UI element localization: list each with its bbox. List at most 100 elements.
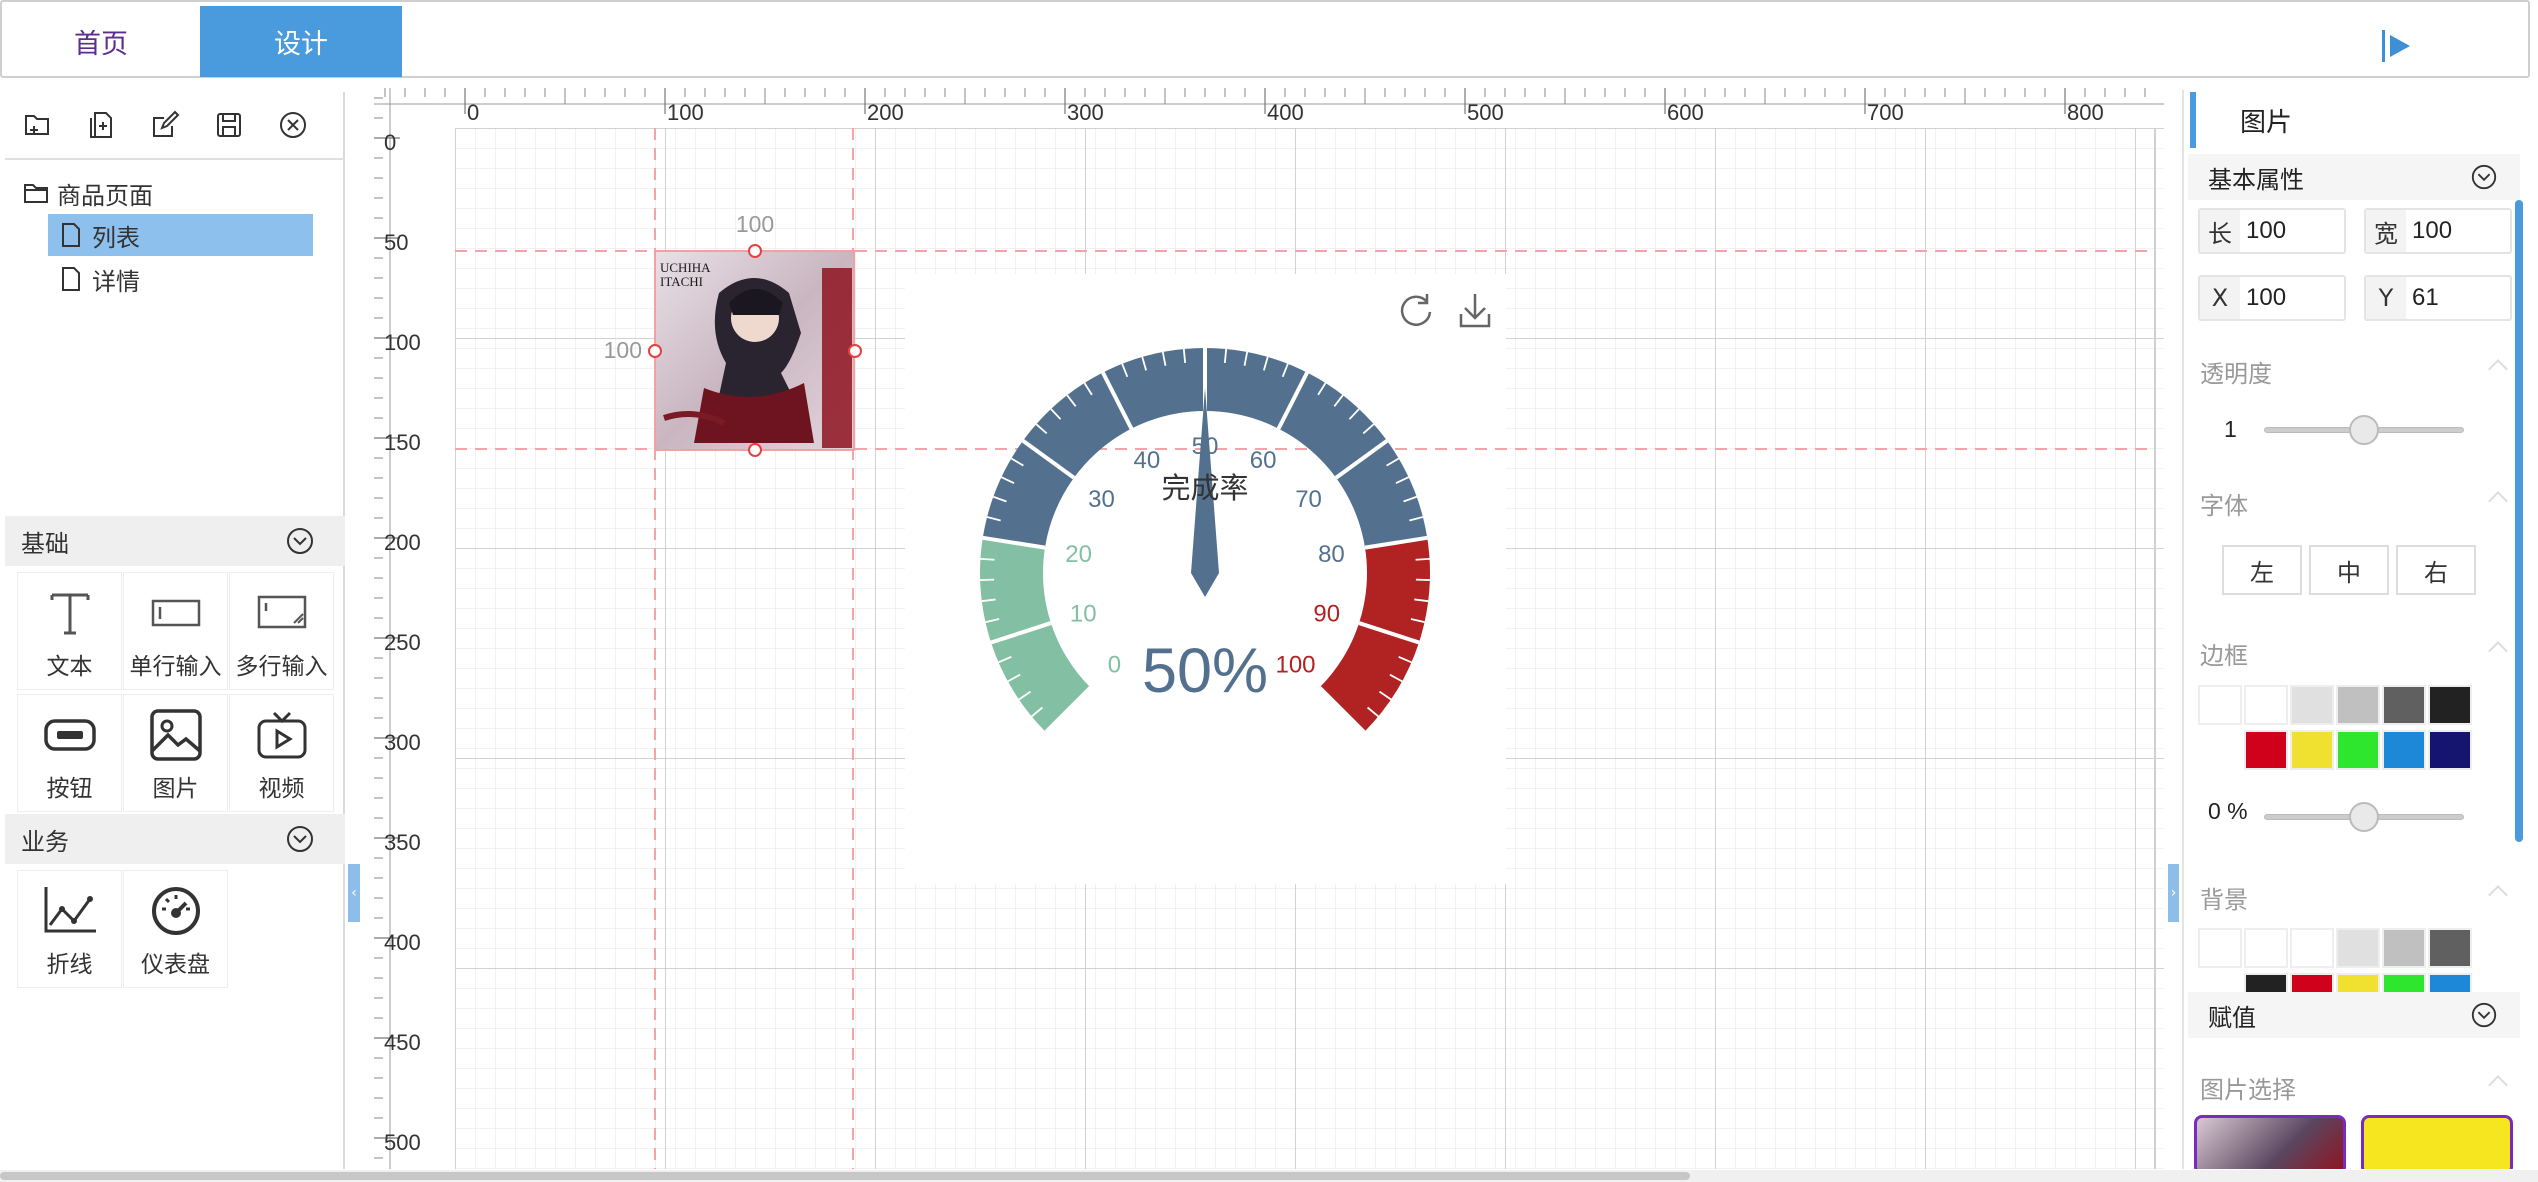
image-option-2[interactable]	[2361, 1115, 2513, 1169]
component-gauge[interactable]: 仪表盘	[123, 870, 228, 988]
selected-image-element[interactable]: UCHIHA ITACHI	[654, 250, 855, 451]
collapse-caret-icon[interactable]	[2488, 359, 2508, 379]
component-label: 文本	[46, 654, 93, 680]
image-art-text: ITACHI	[660, 274, 703, 289]
image-icon	[149, 709, 202, 761]
component-label: 按钮	[46, 776, 93, 802]
gauge-tick-label: 20	[1065, 541, 1092, 568]
ruler-y-label: 0	[384, 130, 396, 155]
border-color-swatch[interactable]	[2244, 685, 2288, 725]
background-color-swatch[interactable]	[2198, 928, 2242, 968]
basic-properties-header[interactable]: 基本属性	[2188, 154, 2520, 200]
length-field: 长	[2198, 208, 2346, 254]
ruler-y-label: 300	[384, 730, 421, 755]
ruler-y-label: 450	[384, 1030, 421, 1055]
border-title: 边框	[2200, 642, 2248, 670]
designer-app: { "tabs": {"home": "首页", "design": "设计"}…	[0, 0, 2538, 1182]
image-option-1[interactable]	[2194, 1115, 2346, 1169]
component-multi-line-input[interactable]: 多行输入	[229, 572, 334, 690]
component-single-line-input[interactable]: 单行输入	[123, 572, 228, 690]
y-field: Y	[2364, 275, 2512, 321]
align-right-button[interactable]: 右	[2396, 545, 2476, 595]
width-field: 宽	[2364, 208, 2512, 254]
border-color-swatch[interactable]	[2198, 685, 2242, 725]
preview-run-button[interactable]	[2382, 29, 2422, 63]
align-center-button[interactable]: 中	[2309, 545, 2389, 595]
background-color-swatch[interactable]	[2290, 928, 2334, 968]
tree-page-detail[interactable]: 详情	[58, 258, 140, 300]
border-width-slider[interactable]	[2264, 802, 2464, 832]
collapse-left-panel-handle[interactable]: ‹	[348, 864, 360, 922]
ruler-x-label: 800	[2067, 100, 2104, 125]
tree-page-label: 列表	[92, 223, 140, 252]
canvas-horizontal-scrollbar[interactable]	[0, 1170, 2538, 1182]
border-color-swatch[interactable]	[2382, 730, 2426, 770]
collapse-caret-icon[interactable]	[2488, 885, 2508, 905]
component-image[interactable]: 图片	[123, 694, 228, 812]
tab-home[interactable]: 首页	[2, 6, 200, 77]
gauge-tick-label: 40	[1134, 447, 1161, 474]
save-button[interactable]	[197, 100, 261, 150]
border-color-swatch[interactable]	[2336, 730, 2380, 770]
background-color-swatch[interactable]	[2336, 928, 2380, 968]
component-video[interactable]: 视频	[229, 694, 334, 812]
align-left-button[interactable]: 左	[2222, 545, 2302, 595]
collapse-caret-icon[interactable]	[2488, 641, 2508, 661]
tree-page-list[interactable]: 列表	[48, 214, 313, 256]
ruler-y-label: 250	[384, 630, 421, 655]
ruler-x-label: 200	[867, 100, 904, 125]
y-input[interactable]	[2406, 284, 2506, 312]
assign-section-header[interactable]: 赋值	[2188, 992, 2520, 1038]
properties-title: 图片	[2240, 107, 2293, 138]
vertical-ruler: 0 50 100 150 200 250 300 350 400 450 500	[374, 88, 421, 1169]
close-button[interactable]	[261, 100, 325, 150]
component-text[interactable]: 文本	[17, 572, 122, 690]
top-bar: 首页 设计	[0, 0, 2530, 78]
new-page-button[interactable]	[69, 100, 133, 150]
scrollbar-thumb[interactable]	[0, 1172, 1690, 1180]
section-business-header[interactable]: 业务	[5, 814, 345, 864]
gauge-tick-label: 60	[1250, 447, 1277, 474]
play-icon	[2390, 35, 2410, 57]
chevron-down-icon	[287, 528, 313, 554]
border-color-swatch[interactable]	[2290, 730, 2334, 770]
slider-knob[interactable]	[2349, 415, 2379, 445]
design-canvas[interactable]: 0 100 200 300 400 500 600 700 800 0 50 100 150 200 25…	[374, 88, 2164, 1169]
border-color-swatch[interactable]	[2290, 685, 2334, 725]
tree-folder-root[interactable]: 商品页面	[23, 172, 153, 214]
border-color-swatch[interactable]	[2428, 685, 2472, 725]
slider-knob[interactable]	[2349, 802, 2379, 832]
gauge-icon	[151, 887, 200, 935]
border-color-swatch[interactable]	[2244, 730, 2288, 770]
collapse-right-panel-handle[interactable]: ›	[2168, 864, 2179, 922]
gauge-tick-label: 30	[1088, 486, 1115, 513]
border-color-swatch[interactable]	[2428, 730, 2472, 770]
gauge-tick-label: 90	[1313, 601, 1340, 628]
width-label: 宽	[2366, 210, 2406, 252]
font-title: 字体	[2200, 492, 2248, 520]
component-line-chart[interactable]: 折线	[17, 870, 122, 988]
new-folder-button[interactable]	[5, 100, 69, 150]
opacity-slider[interactable]	[2264, 415, 2464, 445]
background-color-swatch[interactable]	[2244, 928, 2288, 968]
component-button[interactable]: 按钮	[17, 694, 122, 812]
edit-button[interactable]	[133, 100, 197, 150]
section-business-title: 业务	[21, 827, 69, 856]
header-accent-mark	[2190, 92, 2196, 148]
section-basic-header[interactable]: 基础	[5, 516, 345, 566]
section-basic-title: 基础	[21, 529, 69, 558]
x-input[interactable]	[2240, 284, 2340, 312]
gauge-tick	[1415, 557, 1430, 561]
background-color-swatch[interactable]	[2428, 928, 2472, 968]
properties-scrollbar[interactable]	[2515, 200, 2523, 842]
collapse-caret-icon[interactable]	[2488, 1075, 2508, 1095]
selection-height-label: 100	[604, 337, 642, 363]
width-input[interactable]	[2406, 217, 2506, 245]
border-color-swatch[interactable]	[2336, 685, 2380, 725]
collapse-caret-icon[interactable]	[2488, 491, 2508, 511]
background-color-swatch[interactable]	[2382, 928, 2426, 968]
border-color-swatch[interactable]	[2382, 685, 2426, 725]
ruler-x-label: 100	[667, 100, 704, 125]
length-input[interactable]	[2240, 217, 2340, 245]
tab-design[interactable]: 设计	[200, 6, 402, 77]
